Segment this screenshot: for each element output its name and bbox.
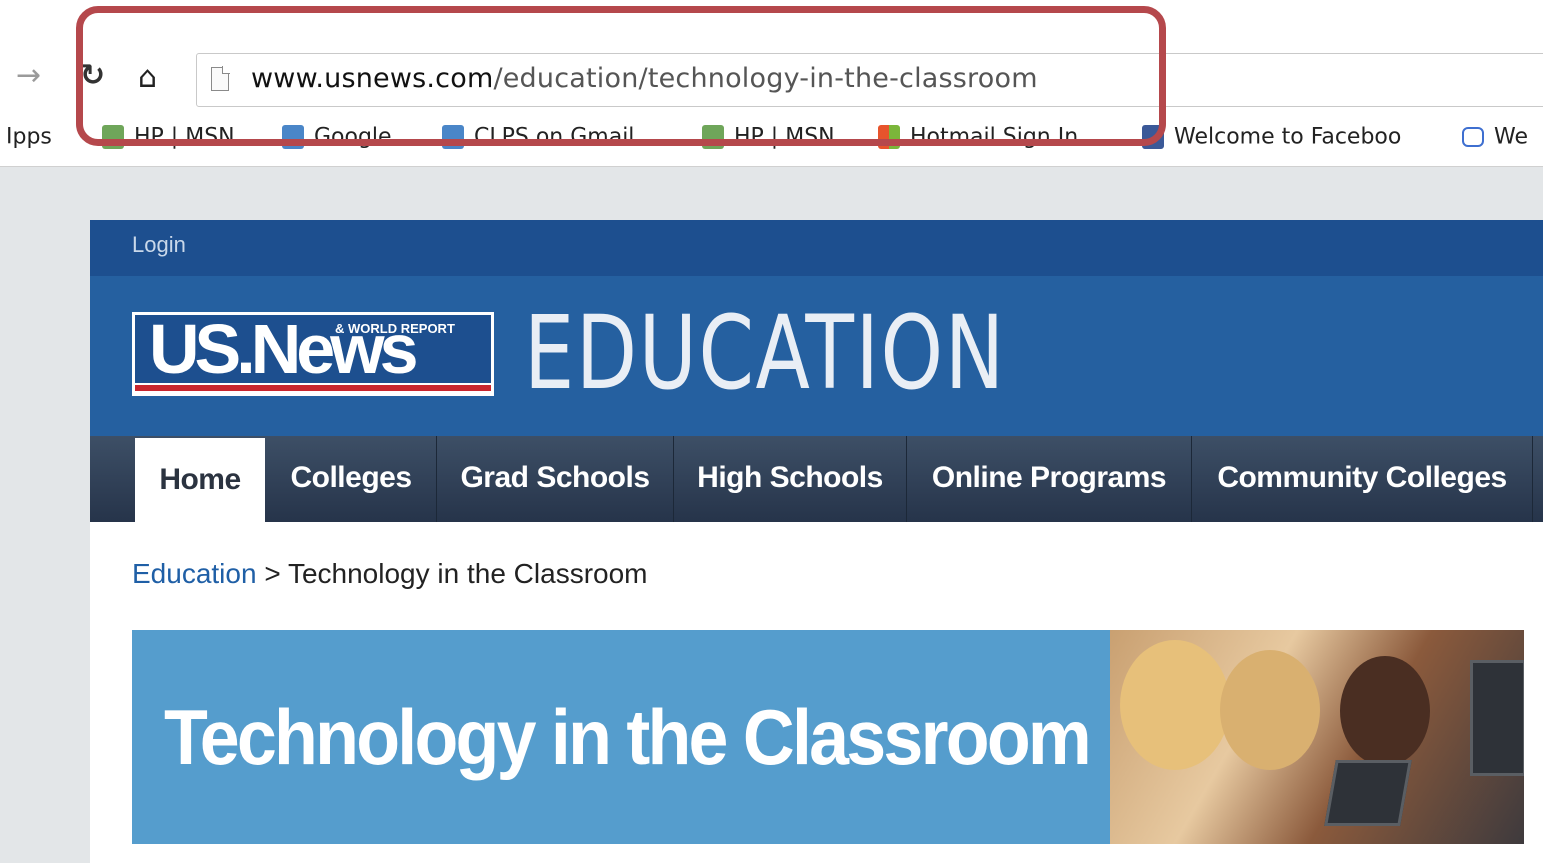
tab-colleges[interactable]: Colleges <box>266 436 437 522</box>
breadcrumb-separator: > <box>264 558 281 589</box>
masthead: & WORLD REPORT US.News EDUCATION <box>90 276 1543 436</box>
page-icon <box>211 66 230 91</box>
logo-wordmark: US.News <box>149 315 419 383</box>
bookmark-label: CLPS on Gmail <box>474 124 635 150</box>
bookmark-facebook[interactable]: Welcome to Faceboo <box>1142 124 1401 150</box>
bookmark-label: Google <box>314 124 392 150</box>
address-url[interactable]: www.usnews.com/education/technology-in-t… <box>251 63 1038 94</box>
tab-online-programs[interactable]: Online Programs <box>907 436 1192 522</box>
student-figure <box>1120 640 1230 770</box>
browser-toolbar: → ↻ ⌂ www.usnews.com/education/technolog… <box>0 0 1543 108</box>
usnews-site: Login & WORLD REPORT US.News EDUCATION H… <box>90 220 1543 863</box>
bookmark-label: HP | MSN <box>734 124 835 150</box>
url-domain: www.usnews.com <box>251 63 494 94</box>
student-figure <box>1220 650 1320 770</box>
monitor <box>1470 660 1524 776</box>
bookmark-hp-msn[interactable]: HP | MSN <box>102 124 235 150</box>
bookmark-label: Hotmail Sign In <box>910 124 1079 150</box>
forward-arrow-icon[interactable]: → <box>16 58 41 93</box>
bookmark-hotmail[interactable]: Hotmail Sign In <box>878 124 1078 150</box>
main-nav: Home Colleges Grad Schools High Schools … <box>90 436 1543 522</box>
tab-high-schools[interactable]: High Schools <box>674 436 907 522</box>
bookmark-label: Ιpps <box>6 124 52 150</box>
msn-icon <box>702 125 724 149</box>
tab-home[interactable]: Home <box>135 438 265 522</box>
weebly-icon <box>1462 127 1484 147</box>
login-link[interactable]: Login <box>132 232 186 258</box>
bookmarks-bar: Ιpps HP | MSN Google CLPS on Gmail HP | … <box>0 110 1543 167</box>
laptop-screen <box>1324 760 1412 826</box>
students-photo <box>1110 630 1524 844</box>
logo-red-bar <box>135 385 491 391</box>
home-icon[interactable]: ⌂ <box>138 60 157 95</box>
breadcrumb-current: Technology in the Classroom <box>287 558 648 589</box>
bookmark-apps[interactable]: Ιpps <box>6 124 52 150</box>
hero-title-panel: Technology in the Classroom <box>132 630 1112 844</box>
breadcrumb-education[interactable]: Education <box>132 558 257 589</box>
breadcrumb: Education > Technology in the Classroom <box>132 558 647 590</box>
hero-title: Technology in the Classroom <box>164 693 1092 781</box>
bookmark-clps-gmail[interactable]: CLPS on Gmail <box>442 124 634 150</box>
tab-grad-schools[interactable]: Grad Schools <box>437 436 674 522</box>
bookmark-label: HP | MSN <box>134 124 235 150</box>
bookmark-weebly[interactable]: We <box>1462 124 1528 150</box>
google-icon <box>282 125 304 149</box>
top-strip: Login <box>90 220 1543 276</box>
bookmark-label: We <box>1494 124 1528 150</box>
usnews-logo[interactable]: & WORLD REPORT US.News <box>132 312 494 396</box>
bookmark-hp-msn-2[interactable]: HP | MSN <box>702 124 835 150</box>
google-icon <box>442 125 464 149</box>
logo-field: & WORLD REPORT US.News <box>135 315 491 383</box>
facebook-icon <box>1142 125 1164 149</box>
hero-banner: Technology in the Classroom <box>132 630 1524 844</box>
student-figure <box>1340 656 1430 766</box>
address-bar[interactable]: www.usnews.com/education/technology-in-t… <box>196 53 1543 107</box>
section-title: EDUCATION <box>524 294 1006 413</box>
bookmark-label: Welcome to Faceboo <box>1174 124 1402 150</box>
windows-icon <box>878 125 900 149</box>
bookmark-google[interactable]: Google <box>282 124 392 150</box>
url-path: /education/technology-in-the-classroom <box>493 63 1038 94</box>
reload-icon[interactable]: ↻ <box>80 58 105 93</box>
msn-icon <box>102 125 124 149</box>
tab-community-colleges[interactable]: Community Colleges <box>1192 436 1533 522</box>
